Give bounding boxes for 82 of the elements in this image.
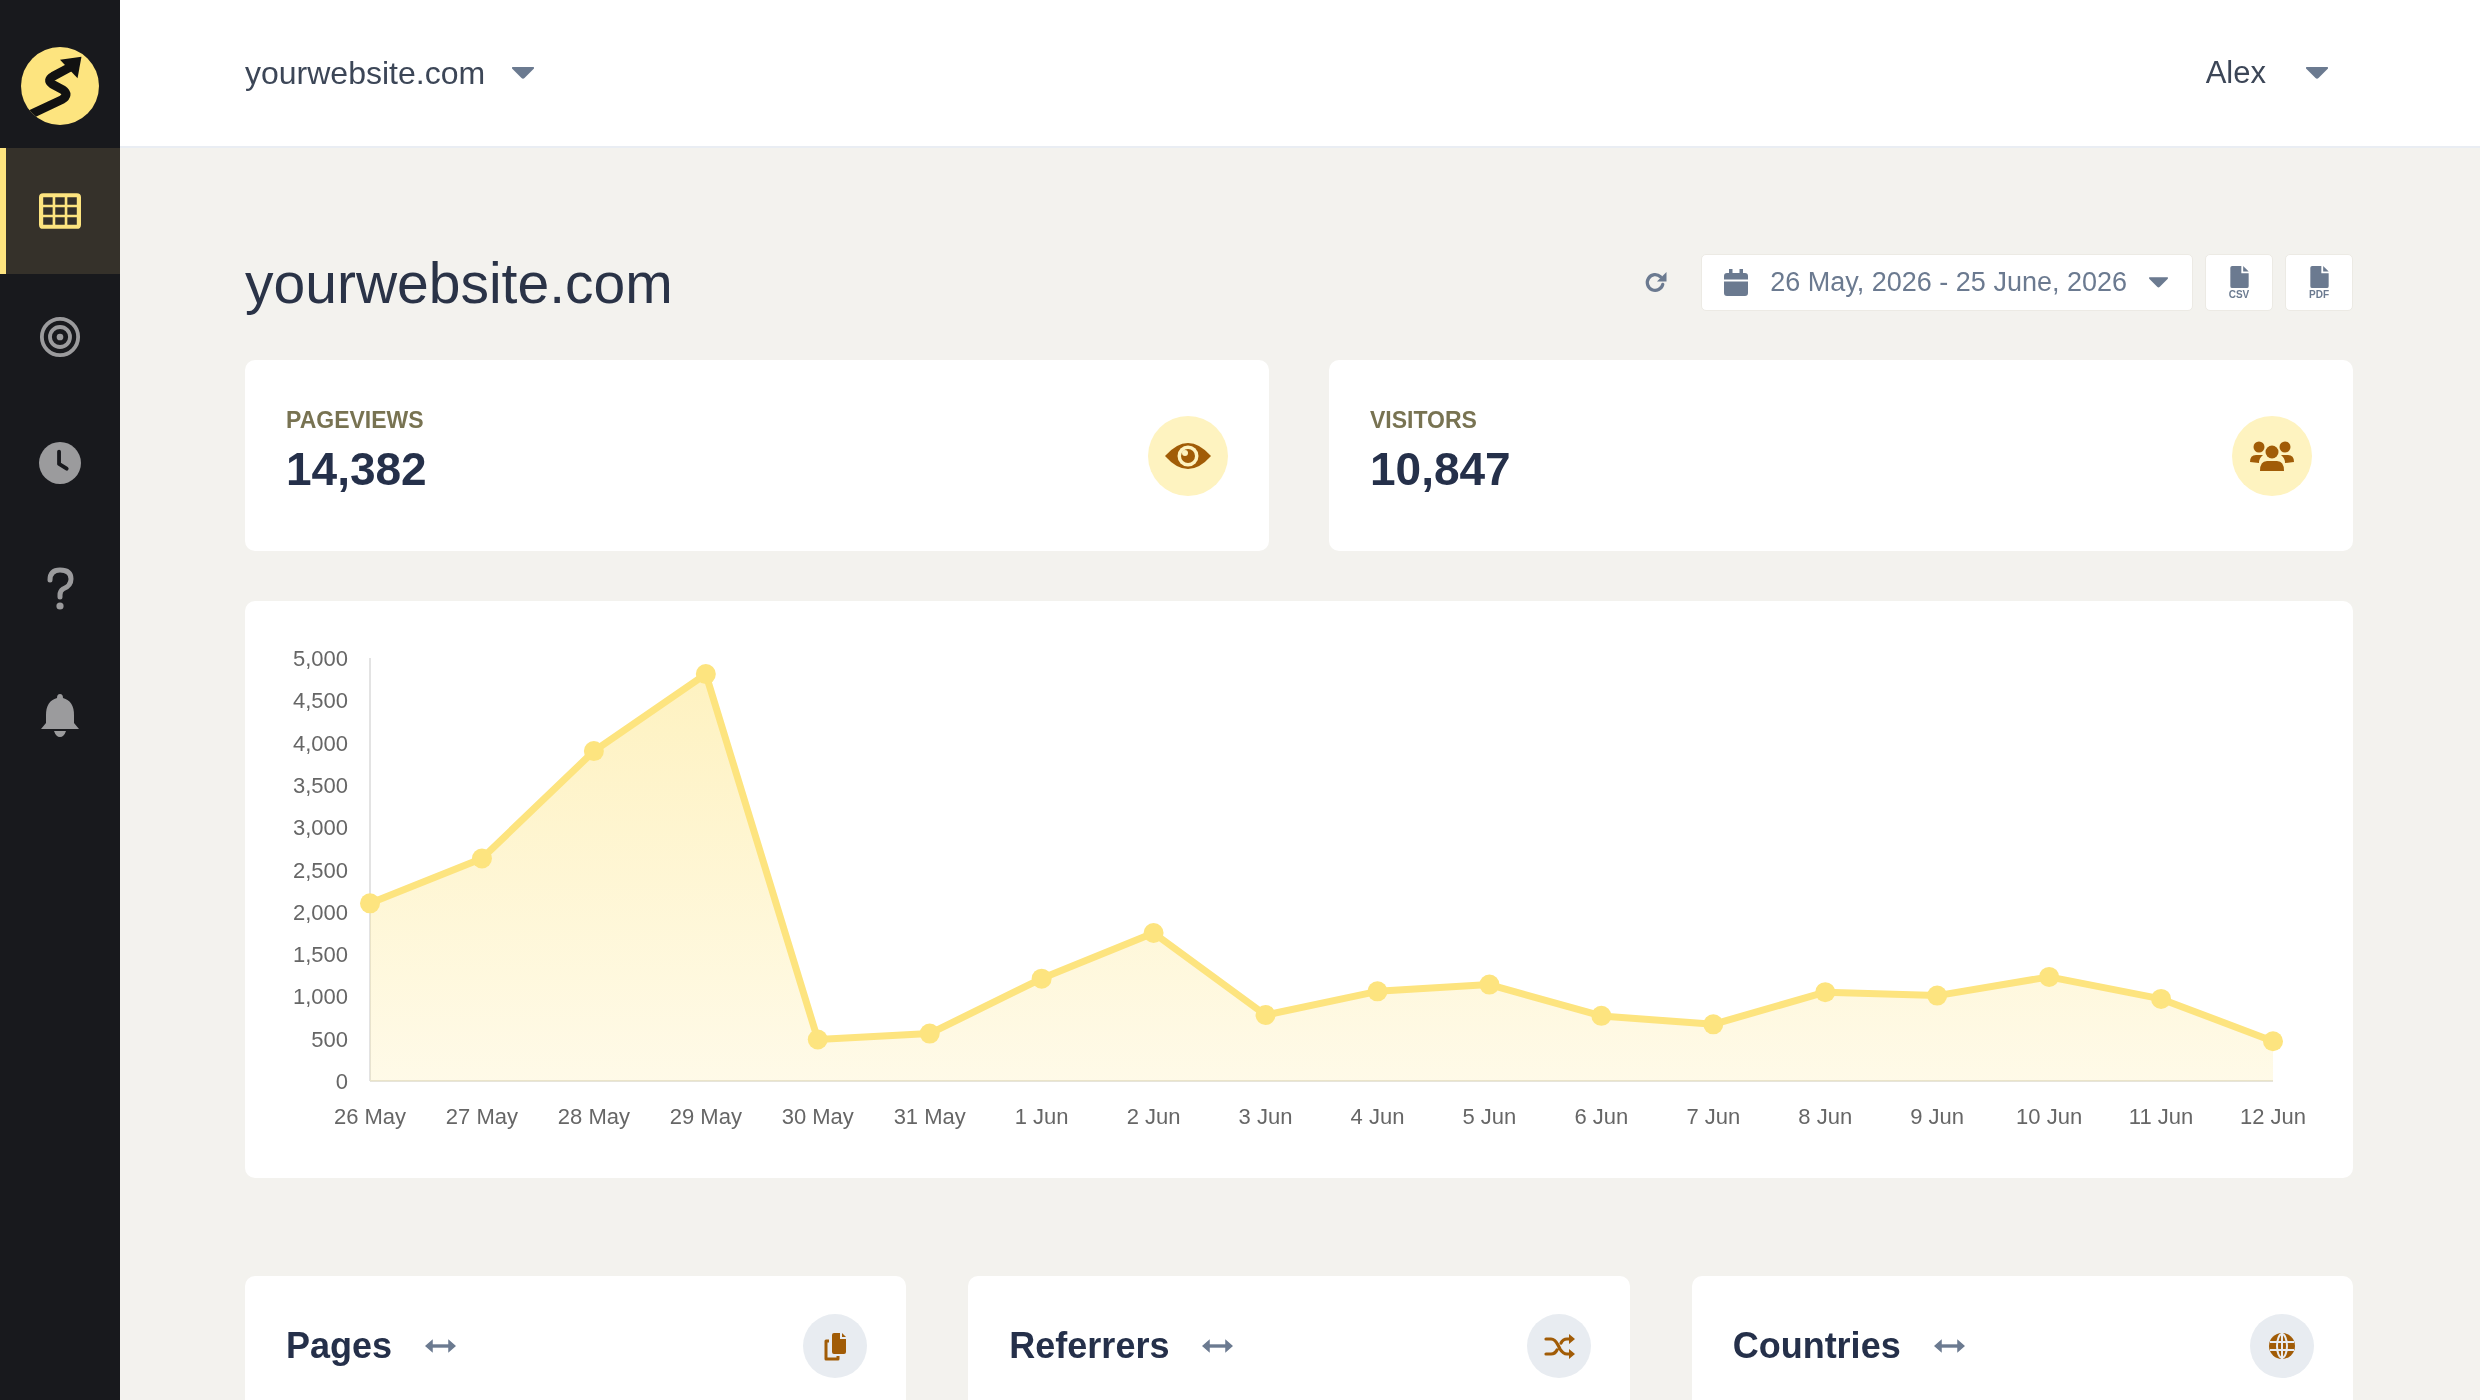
calendar-icon (1724, 269, 1749, 296)
axis-label: 9 Jun (1910, 1104, 1965, 1129)
panel-title: Referrers (1009, 1325, 1170, 1367)
axis-label: 2 Jun (1126, 1104, 1181, 1129)
expand-arrows-icon[interactable] (1933, 1338, 1965, 1354)
axis-label: 1,500 (292, 942, 348, 968)
data-point (1031, 968, 1052, 989)
axis-label: 0 (335, 1069, 348, 1094)
eye-icon (1148, 415, 1228, 496)
expand-arrows-icon[interactable] (425, 1338, 457, 1354)
panel-title: Pages (286, 1325, 393, 1367)
axis-label: 5 Jun (1462, 1104, 1517, 1129)
copy-icon (803, 1314, 868, 1378)
data-point (583, 741, 604, 762)
grid-icon (39, 193, 81, 229)
axis-label: 4,500 (292, 688, 348, 714)
data-point (695, 664, 716, 685)
axis-label: 29 May (669, 1104, 742, 1129)
data-point (1255, 1005, 1276, 1025)
axis-label: 2,000 (292, 899, 348, 925)
axis-label: 28 May (557, 1104, 630, 1129)
file-icon (2229, 265, 2249, 288)
users-icon (2232, 415, 2312, 496)
axis-label: 30 May (781, 1104, 854, 1129)
caret-icon (2149, 277, 2168, 288)
logo-icon[interactable] (21, 47, 99, 125)
axis-label: 1,000 (292, 984, 348, 1010)
data-point (1367, 981, 1388, 1002)
data-point (2151, 988, 2172, 1009)
axis-label: 27 May (445, 1104, 518, 1129)
data-point (919, 1023, 940, 1044)
user-menu[interactable]: Alex (2205, 55, 2328, 91)
axis-label: 1 Jun (1014, 1104, 1069, 1129)
axis-label: 31 May (893, 1104, 966, 1129)
export-button[interactable]: CSV (2205, 254, 2273, 311)
data-point (1143, 922, 1164, 943)
axis-label: 3,000 (292, 815, 348, 841)
data-point (360, 893, 380, 914)
axis-label: 7 Jun (1686, 1104, 1741, 1129)
export-button[interactable]: PDF (2285, 254, 2353, 311)
axis-label: 3,500 (292, 772, 348, 798)
data-point (1815, 982, 1836, 1003)
stat-label: PAGEVIEWS (286, 406, 424, 434)
date-range-picker[interactable]: 26 May, 2026 - 25 June, 2026 (1701, 254, 2193, 311)
shuffle-icon (1526, 1314, 1591, 1378)
axis-label: 12 Jun (2239, 1104, 2307, 1129)
data-point (471, 848, 492, 869)
axis-label: 3 Jun (1238, 1104, 1293, 1129)
axis-label: 4,000 (292, 730, 348, 756)
clock-icon (39, 442, 81, 484)
sidebar-nav-item[interactable] (0, 148, 120, 274)
file-icon (2309, 265, 2329, 288)
globe-icon (2250, 1314, 2314, 1378)
axis-label: 2,500 (292, 857, 348, 883)
page-title: yourwebsite.com (245, 249, 673, 316)
data-point (1703, 1014, 1724, 1035)
axis-label: 11 Jun (2128, 1104, 2194, 1129)
data-point (2263, 1031, 2283, 1052)
axis-label: 5,000 (292, 646, 348, 671)
stat-label: VISITORS (1370, 406, 1477, 434)
axis-label: 4 Jun (1350, 1104, 1405, 1129)
data-point (1591, 1005, 1612, 1026)
caret-icon (512, 67, 535, 79)
stat-value: 10,847 (1370, 443, 1511, 495)
panel-title: Countries (1732, 1325, 1901, 1367)
axis-label: 6 Jun (1574, 1104, 1629, 1129)
expand-arrows-icon[interactable] (1202, 1338, 1234, 1354)
axis-label: 500 (311, 1026, 348, 1052)
help-icon (46, 567, 74, 611)
bell-icon (40, 693, 80, 737)
axis-label: 26 May (333, 1104, 407, 1129)
axis-label: 8 Jun (1798, 1104, 1853, 1129)
target-icon (39, 316, 81, 358)
axis-label: 10 Jun (2016, 1104, 2083, 1129)
site-selector[interactable]: yourwebsite.com (245, 54, 535, 92)
data-point (1479, 974, 1500, 995)
data-point (807, 1029, 828, 1050)
caret-icon (2306, 67, 2328, 79)
refresh-icon[interactable] (1644, 271, 1668, 294)
data-point (1927, 985, 1948, 1006)
data-point (2039, 966, 2060, 987)
stat-value: 14,382 (286, 443, 427, 495)
